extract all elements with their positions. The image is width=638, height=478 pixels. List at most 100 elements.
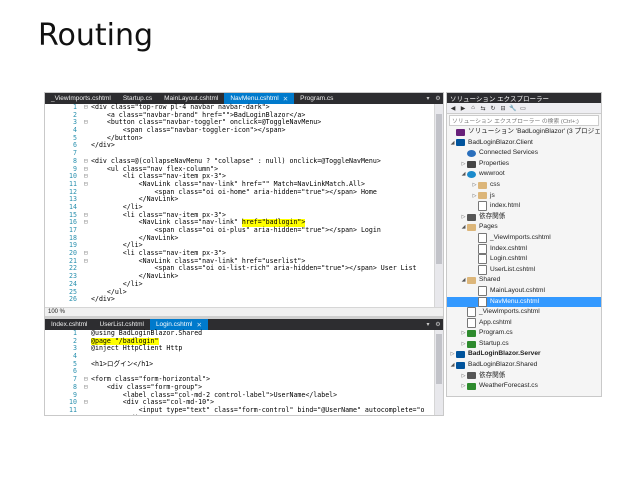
preview-icon[interactable]: ▭ [519,105,527,112]
gutter [81,353,91,361]
folder-icon [478,192,487,200]
gutter [81,345,91,353]
expanded-arrow-icon[interactable]: ◢ [460,169,467,180]
solution-tree-item[interactable]: ◢ Pages [447,222,601,233]
code-text: <h1>ログイン</h1> [91,359,154,368]
solution-tree-item[interactable]: ▷ js [447,191,601,202]
editor-tab[interactable]: Program.cs [294,93,339,104]
solution-tree-item[interactable]: NavMenu.cshtml [447,296,601,308]
cs-icon [467,340,476,348]
solution-explorer-search-input[interactable]: ソリューション エクスプローラー の検索 (Ctrl+;) [449,115,599,126]
collapsed-arrow-icon[interactable]: ▷ [460,212,467,223]
back-icon[interactable]: ◀ [449,105,457,112]
proj-icon [456,139,465,147]
globe-icon [467,171,476,179]
solution-tree-item[interactable]: MainLayout.cshtml [447,286,601,297]
forward-icon[interactable]: ▶ [459,105,467,112]
solution-tree-item[interactable]: ▷ 依存関係 [447,371,601,382]
collapsed-arrow-icon[interactable]: ▷ [449,349,456,360]
cs-icon [467,383,476,391]
collapsed-arrow-icon[interactable]: ▷ [471,180,478,191]
solution-tree-item[interactable]: _ViewImports.cshtml [447,307,601,318]
solution-tree-item[interactable]: ◢ BadLoginBlazor.Shared [447,360,601,371]
solution-tree-item[interactable]: Login.cshtml [447,254,601,265]
login-code-editor[interactable]: 1 @using BadLoginBlazor.Shared 2 @page "/ba… [45,329,443,415]
collapsed-arrow-icon[interactable]: ▷ [460,328,467,339]
fold-toggle-icon[interactable]: ⊟ [81,119,91,127]
solution-tree-item[interactable]: ▷ Program.cs [447,328,601,339]
solution-tree-item[interactable]: ◢ wwwroot [447,169,601,180]
collapse-all-icon[interactable]: ⊟ [499,105,507,112]
zoom-level[interactable]: 100 % [48,309,65,315]
fold-toggle-icon[interactable]: ⊟ [81,219,91,227]
fold-toggle-icon[interactable]: ⊟ [81,103,91,112]
close-tab-icon[interactable]: ✕ [283,95,288,103]
close-tab-icon[interactable]: ✕ [196,321,201,329]
solution-tree-item[interactable]: UserList.cshtml [447,265,601,276]
expanded-arrow-icon[interactable]: ◢ [460,275,467,286]
solution-tree-item[interactable]: Index.cshtml [447,243,601,255]
tab-dropdown-icon[interactable]: ▾ [423,93,433,104]
properties-icon[interactable]: 🔧 [509,105,517,112]
expanded-arrow-icon[interactable]: ◢ [460,222,467,233]
expanded-arrow-icon[interactable]: ◢ [449,360,456,371]
collapsed-arrow-icon[interactable]: ▷ [460,381,467,392]
navmenu-code-editor[interactable]: 1 ⊟ <div class="top-row pl-4 navbar navbar… [45,103,443,307]
svc-icon [467,149,476,157]
folder-icon [467,224,476,232]
solution-tree-item[interactable]: ▷ css [447,180,601,191]
solution-tree-item[interactable]: index.html [447,201,601,212]
tree-item-label: _ViewImports.cshtml [479,308,540,316]
solution-tree-item[interactable]: ▷ BadLoginBlazor.Server [447,349,601,360]
editor-tab-label: Index.cshtml [51,321,88,328]
code-line[interactable]: 6 </div> [45,142,443,150]
home-icon[interactable]: ⌂ [469,105,477,111]
solution-tree-item[interactable]: ▷ 依存関係 [447,212,601,223]
ref-icon [467,213,476,221]
editor-tab[interactable]: Index.cshtml [45,319,94,330]
fold-toggle-icon[interactable]: ⊟ [81,398,91,407]
code-line[interactable]: 12 </div> [45,414,443,415]
gutter [81,127,91,135]
code-line[interactable]: 5 <h1>ログイン</h1> [45,359,443,369]
gutter [81,235,91,243]
tab-dropdown-icon[interactable]: ▾ [423,319,433,330]
bottom-editor-scrollbar[interactable] [434,330,443,415]
collapsed-arrow-icon[interactable]: ▷ [471,191,478,202]
fold-toggle-icon[interactable]: ⊟ [81,257,91,266]
gutter [81,289,91,297]
solution-tree-item[interactable]: ▷ Properties [447,159,601,170]
tree-item-label: _ViewImports.cshtml [490,233,551,241]
collapsed-arrow-icon[interactable]: ▷ [460,159,467,170]
code-line[interactable]: 26 </div> [45,295,443,304]
tree-item-label: UserList.cshtml [490,265,536,273]
file-icon [478,254,487,265]
fold-toggle-icon[interactable]: ⊟ [81,383,91,392]
collapsed-arrow-icon[interactable]: ▷ [460,371,467,382]
solution-tree-item[interactable]: ▷ Startup.cs [447,339,601,350]
tree-item-label: Index.cshtml [490,244,528,252]
gutter [81,330,91,338]
solution-tree-item[interactable]: ◢ BadLoginBlazor.Client [447,138,601,149]
solution-tree-item[interactable]: ソリューション 'BadLoginBlazor' (3 プロジェクト) [447,127,601,138]
gutter [81,361,91,369]
solution-tree-item[interactable]: _ViewImports.cshtml [447,233,601,244]
line-number: 12 [45,414,81,415]
file-icon [478,265,487,276]
collapsed-arrow-icon[interactable]: ▷ [460,339,467,350]
fold-toggle-icon[interactable]: ⊟ [81,180,91,189]
solution-tree-item[interactable]: ◢ Shared [447,275,601,286]
solution-tree-item[interactable]: ▷ WeatherForecast.cs [447,381,601,392]
tree-item-label: BadLoginBlazor.Shared [468,361,538,369]
refresh-icon[interactable]: ↻ [489,105,497,112]
expanded-arrow-icon[interactable]: ◢ [449,138,456,149]
solution-tree-item[interactable]: App.cshtml [447,317,601,329]
code-line[interactable]: 3 @inject HttpClient Http [45,345,443,353]
file-icon [478,201,487,212]
sync-icon[interactable]: ⇆ [479,105,487,112]
settings-icon[interactable]: ⚙ [433,93,443,104]
top-editor-scrollbar[interactable] [434,104,443,307]
tree-item-label: Program.cs [479,329,513,337]
settings-icon[interactable]: ⚙ [433,319,443,330]
solution-tree-item[interactable]: Connected Services [447,148,601,159]
